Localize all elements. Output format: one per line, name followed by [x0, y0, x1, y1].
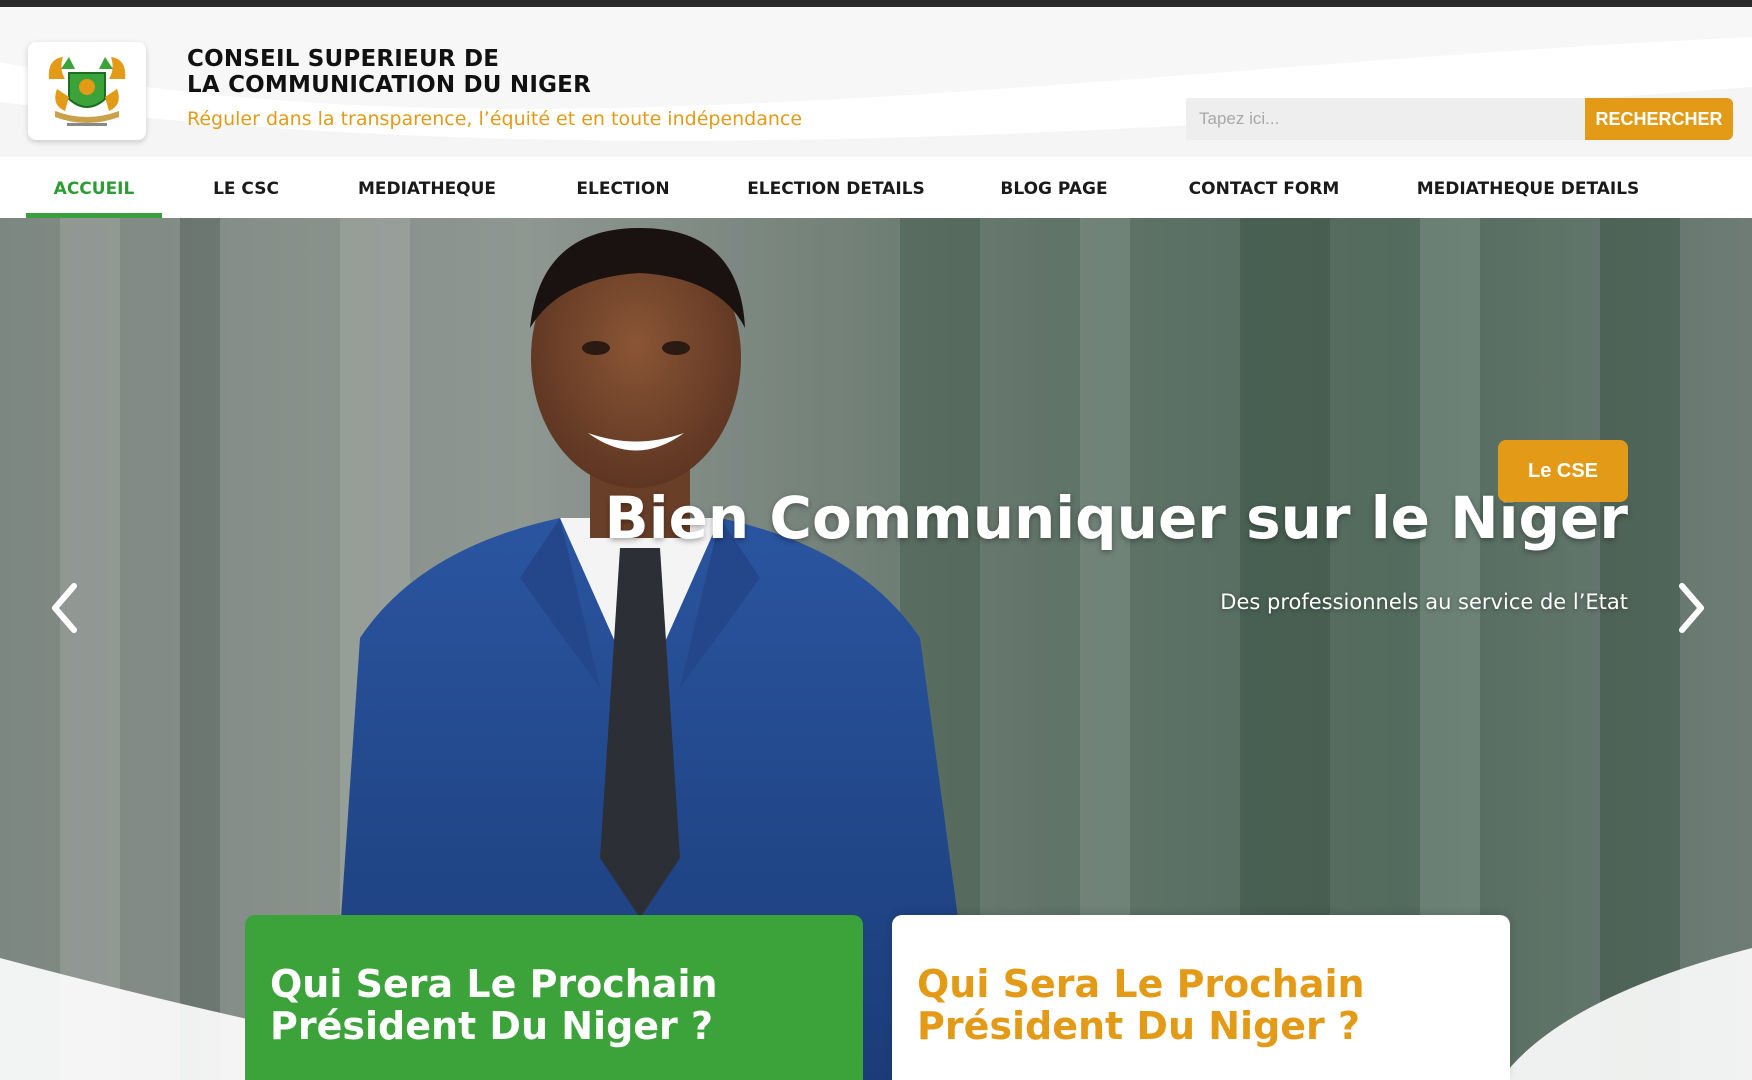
nav-item-election-details[interactable]: ELECTION DETAILS: [745, 157, 927, 218]
feature-card-white[interactable]: Qui Sera Le Prochain Président Du Niger …: [892, 915, 1510, 1080]
slider-prev-button[interactable]: [44, 578, 84, 638]
organization-title: CONSEIL SUPERIEUR DE LA COMMUNICATION DU…: [187, 46, 591, 98]
niger-coat-of-arms-logo: [48, 57, 126, 126]
hero-title: Bien Communiquer sur le Niger: [604, 484, 1629, 552]
feature-card-title-line1: Qui Sera Le Prochain: [917, 962, 1365, 1006]
feature-card-green[interactable]: Qui Sera Le Prochain Président Du Niger …: [245, 915, 863, 1080]
nav-item-accueil[interactable]: ACCUEIL: [26, 157, 162, 218]
site-logo[interactable]: [28, 42, 146, 140]
site-tagline: Réguler dans la transparence, l’équité e…: [187, 108, 803, 130]
nav-item-blog-page[interactable]: BLOG PAGE: [996, 157, 1112, 218]
feature-card-title: Qui Sera Le Prochain Président Du Niger …: [917, 963, 1485, 1047]
feature-card-title-line1: Qui Sera Le Prochain: [270, 962, 718, 1006]
organization-title-line1: CONSEIL SUPERIEUR DE: [187, 46, 500, 72]
feature-card-title-line2: Président Du Niger ?: [270, 1004, 714, 1048]
feature-card-title-line2: Président Du Niger ?: [917, 1004, 1361, 1048]
feature-card-title: Qui Sera Le Prochain Président Du Niger …: [270, 963, 838, 1047]
nav-item-contact-form[interactable]: CONTACT FORM: [1185, 157, 1343, 218]
nav-item-le-csc[interactable]: LE CSC: [204, 157, 288, 218]
search-input[interactable]: [1186, 98, 1586, 140]
nav-item-election[interactable]: ELECTION: [570, 157, 676, 218]
top-border-bar: [0, 0, 1752, 7]
main-navigation: ACCUEIL LE CSC MEDIATHEQUE ELECTION ELEC…: [0, 157, 1752, 218]
hero-subtitle: Des professionnels au service de l’Etat: [1220, 590, 1628, 614]
slider-next-button[interactable]: [1672, 578, 1712, 638]
chevron-right-icon: [1679, 583, 1704, 633]
nav-item-mediatheque-details[interactable]: MEDIATHEQUE DETAILS: [1412, 157, 1644, 218]
hero-cta-button[interactable]: Le CSE: [1498, 440, 1628, 502]
chevron-left-icon: [52, 583, 77, 633]
organization-title-line2: LA COMMUNICATION DU NIGER: [187, 72, 591, 98]
nav-item-mediatheque[interactable]: MEDIATHEQUE: [352, 157, 502, 218]
search-button[interactable]: RECHERCHER: [1585, 98, 1733, 140]
